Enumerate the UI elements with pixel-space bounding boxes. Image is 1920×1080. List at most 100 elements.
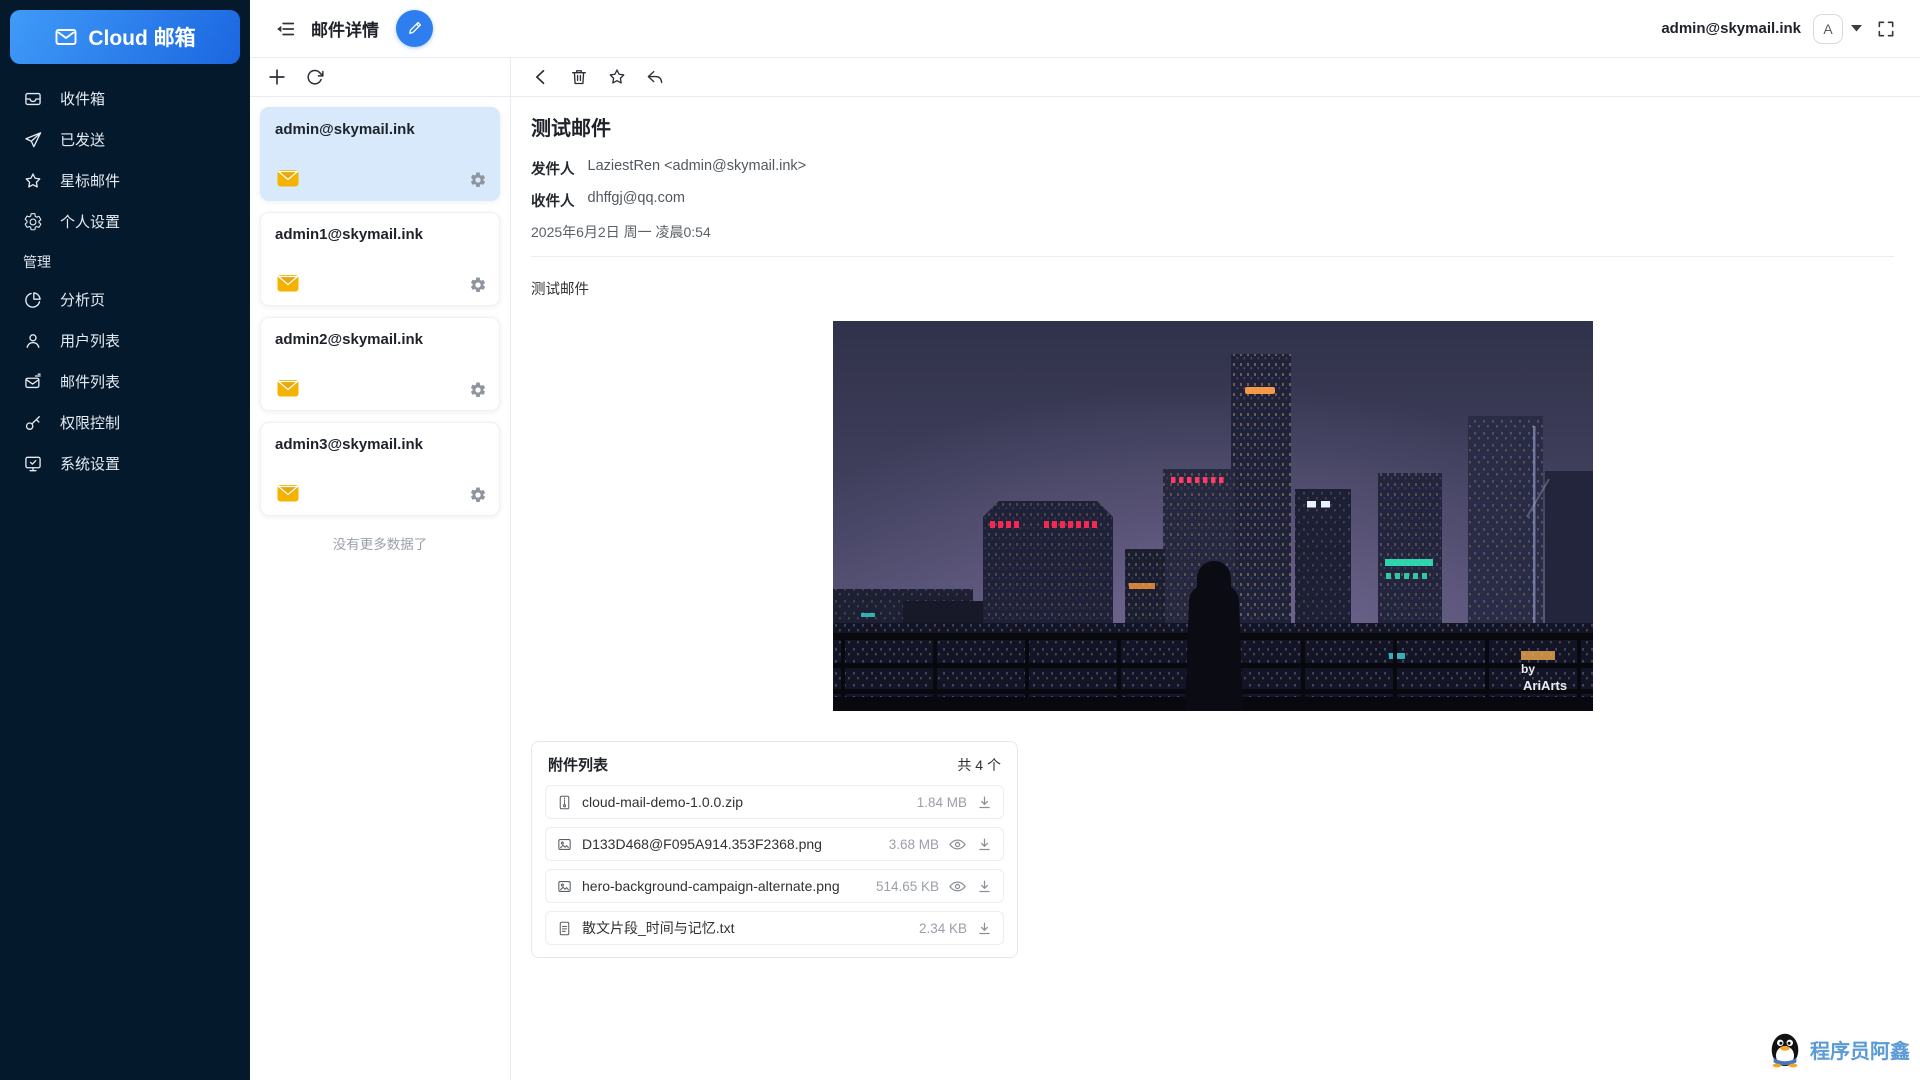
mail-content: 测试邮件 发件人 LaziestRen <admin@skymail.ink> … bbox=[511, 97, 1920, 958]
attachment-name: cloud-mail-demo-1.0.0.zip bbox=[582, 794, 744, 810]
gear-icon[interactable] bbox=[469, 171, 487, 189]
account-list-panel: admin@skymail.ink admin1@skymail.ink adm… bbox=[250, 58, 510, 1080]
image-credit-artist: AriArts bbox=[1523, 678, 1567, 693]
download-button[interactable] bbox=[976, 878, 993, 895]
account-card[interactable]: admin1@skymail.ink bbox=[260, 212, 500, 306]
settings-gear-icon bbox=[24, 212, 42, 230]
sidebar-item-label: 用户列表 bbox=[60, 333, 121, 350]
refresh-button[interactable] bbox=[305, 68, 324, 87]
account-email: admin1@skymail.ink bbox=[275, 226, 424, 243]
attachment-size: 3.68 MB bbox=[888, 836, 939, 852]
account-email: admin2@skymail.ink bbox=[275, 331, 424, 348]
mail-detail-panel: 测试邮件 发件人 LaziestRen <admin@skymail.ink> … bbox=[510, 58, 1920, 1080]
trash-icon bbox=[572, 70, 586, 85]
preview-button[interactable] bbox=[948, 835, 967, 854]
preview-button[interactable] bbox=[948, 877, 967, 896]
pie-chart-icon bbox=[25, 291, 41, 308]
gear-icon[interactable] bbox=[469, 276, 487, 294]
account-card[interactable]: admin3@skymail.ink bbox=[260, 422, 500, 516]
sidebar-item-label: 邮件列表 bbox=[60, 374, 121, 391]
sidebar-item-permissions[interactable]: 权限控制 bbox=[0, 402, 250, 443]
star-icon bbox=[609, 69, 625, 84]
sidebar-item-label: 收件箱 bbox=[60, 91, 106, 108]
inbox-icon bbox=[25, 92, 41, 105]
attachment-row[interactable]: 散文片段_时间与记忆.txt 2.34 KB bbox=[545, 911, 1004, 945]
download-button[interactable] bbox=[976, 920, 993, 937]
attachment-list-panel: 附件列表 共 4 个 cloud-mail-demo-1.0.0.zip 1.8… bbox=[531, 741, 1018, 958]
download-icon bbox=[979, 922, 990, 934]
reply-button[interactable] bbox=[645, 67, 665, 87]
fullscreen-button[interactable] bbox=[1876, 19, 1896, 39]
header-account-email[interactable]: admin@skymail.ink bbox=[1661, 20, 1801, 37]
sidebar-item-label: 分析页 bbox=[60, 292, 106, 309]
attachment-row[interactable]: hero-background-campaign-alternate.png 5… bbox=[545, 869, 1004, 903]
sidebar-item-starred[interactable]: 星标邮件 bbox=[0, 160, 250, 201]
key-icon bbox=[25, 415, 40, 430]
gear-icon[interactable] bbox=[469, 486, 487, 504]
footer-brand-text: 程序员阿鑫 bbox=[1810, 1040, 1910, 1063]
add-account-button[interactable] bbox=[266, 66, 288, 88]
sidebar-fold-button[interactable] bbox=[274, 18, 296, 40]
envelope-icon bbox=[55, 29, 77, 45]
download-button[interactable] bbox=[976, 836, 993, 853]
download-icon bbox=[979, 838, 990, 850]
account-email: admin@skymail.ink bbox=[275, 121, 415, 138]
to-label: 收件人 bbox=[531, 194, 575, 210]
back-button[interactable] bbox=[531, 67, 551, 87]
account-card[interactable]: admin@skymail.ink bbox=[260, 107, 500, 201]
account-card[interactable]: admin2@skymail.ink bbox=[260, 317, 500, 411]
eye-icon bbox=[949, 881, 966, 891]
envelope-icon bbox=[277, 170, 299, 187]
sidebar-section-label: 管理 bbox=[23, 254, 51, 270]
from-label: 发件人 bbox=[531, 162, 575, 178]
sidebar-item-label: 个人设置 bbox=[60, 214, 121, 231]
attachment-size: 1.84 MB bbox=[916, 794, 967, 810]
delete-button[interactable] bbox=[569, 67, 589, 87]
attachment-row[interactable]: D133D468@F095A914.353F2368.png 3.68 MB bbox=[545, 827, 1004, 861]
mail-to-row: 收件人 dhffgj@qq.com bbox=[531, 190, 1894, 211]
brand-logo-button[interactable]: Cloud 邮箱 bbox=[10, 10, 240, 64]
mail-date: 2025年6月2日 周一 凌晨0:54 bbox=[531, 224, 711, 240]
user-icon bbox=[26, 333, 40, 348]
sidebar-item-user-list[interactable]: 用户列表 bbox=[0, 320, 250, 361]
download-icon bbox=[979, 796, 990, 808]
sidebar-item-inbox[interactable]: 收件箱 bbox=[0, 78, 250, 119]
sidebar-item-system-settings[interactable]: 系统设置 bbox=[0, 443, 250, 484]
download-button[interactable] bbox=[976, 794, 993, 811]
gear-icon[interactable] bbox=[469, 381, 487, 399]
mail-toolbar bbox=[511, 58, 1920, 97]
image-file-icon bbox=[558, 838, 571, 850]
sidebar-item-analytics[interactable]: 分析页 bbox=[0, 279, 250, 320]
attachment-list-title: 附件列表 bbox=[548, 757, 609, 774]
sidebar-item-label: 系统设置 bbox=[60, 456, 121, 473]
mail-subject: 测试邮件 bbox=[531, 118, 611, 140]
image-file-icon bbox=[558, 880, 571, 892]
envelope-icon bbox=[277, 485, 299, 502]
star-button[interactable] bbox=[607, 67, 627, 87]
envelope-icon bbox=[277, 275, 299, 292]
pencil-icon bbox=[409, 21, 422, 34]
reply-icon bbox=[647, 70, 663, 84]
account-dropdown[interactable] bbox=[1851, 25, 1862, 32]
page-title: 邮件详情 bbox=[311, 21, 379, 40]
attachment-count: 共 4 个 bbox=[957, 756, 1001, 773]
sidebar-item-personal-settings[interactable]: 个人设置 bbox=[0, 201, 250, 242]
no-more-data-text: 没有更多数据了 bbox=[332, 537, 428, 552]
divider bbox=[531, 256, 1894, 257]
text-file-icon bbox=[559, 921, 570, 935]
sidebar-item-sent[interactable]: 已发送 bbox=[0, 119, 250, 160]
attachment-row[interactable]: cloud-mail-demo-1.0.0.zip 1.84 MB bbox=[545, 785, 1004, 819]
sidebar-item-label: 已发送 bbox=[60, 132, 106, 149]
sidebar-item-mail-list[interactable]: 邮件列表 bbox=[0, 361, 250, 402]
qq-penguin-logo bbox=[1771, 1033, 1799, 1068]
attachment-name: 散文片段_时间与记忆.txt bbox=[582, 920, 735, 936]
download-icon bbox=[979, 880, 990, 892]
sidebar-item-label: 权限控制 bbox=[60, 415, 121, 432]
avatar-letter: A bbox=[1823, 20, 1833, 37]
attachment-name: D133D468@F095A914.353F2368.png bbox=[582, 836, 822, 852]
plus-icon bbox=[269, 69, 285, 85]
send-icon bbox=[25, 131, 42, 147]
compose-button[interactable] bbox=[396, 10, 433, 47]
avatar[interactable]: A bbox=[1813, 13, 1843, 44]
footer-brand: 程序员阿鑫 bbox=[1766, 1030, 1910, 1068]
